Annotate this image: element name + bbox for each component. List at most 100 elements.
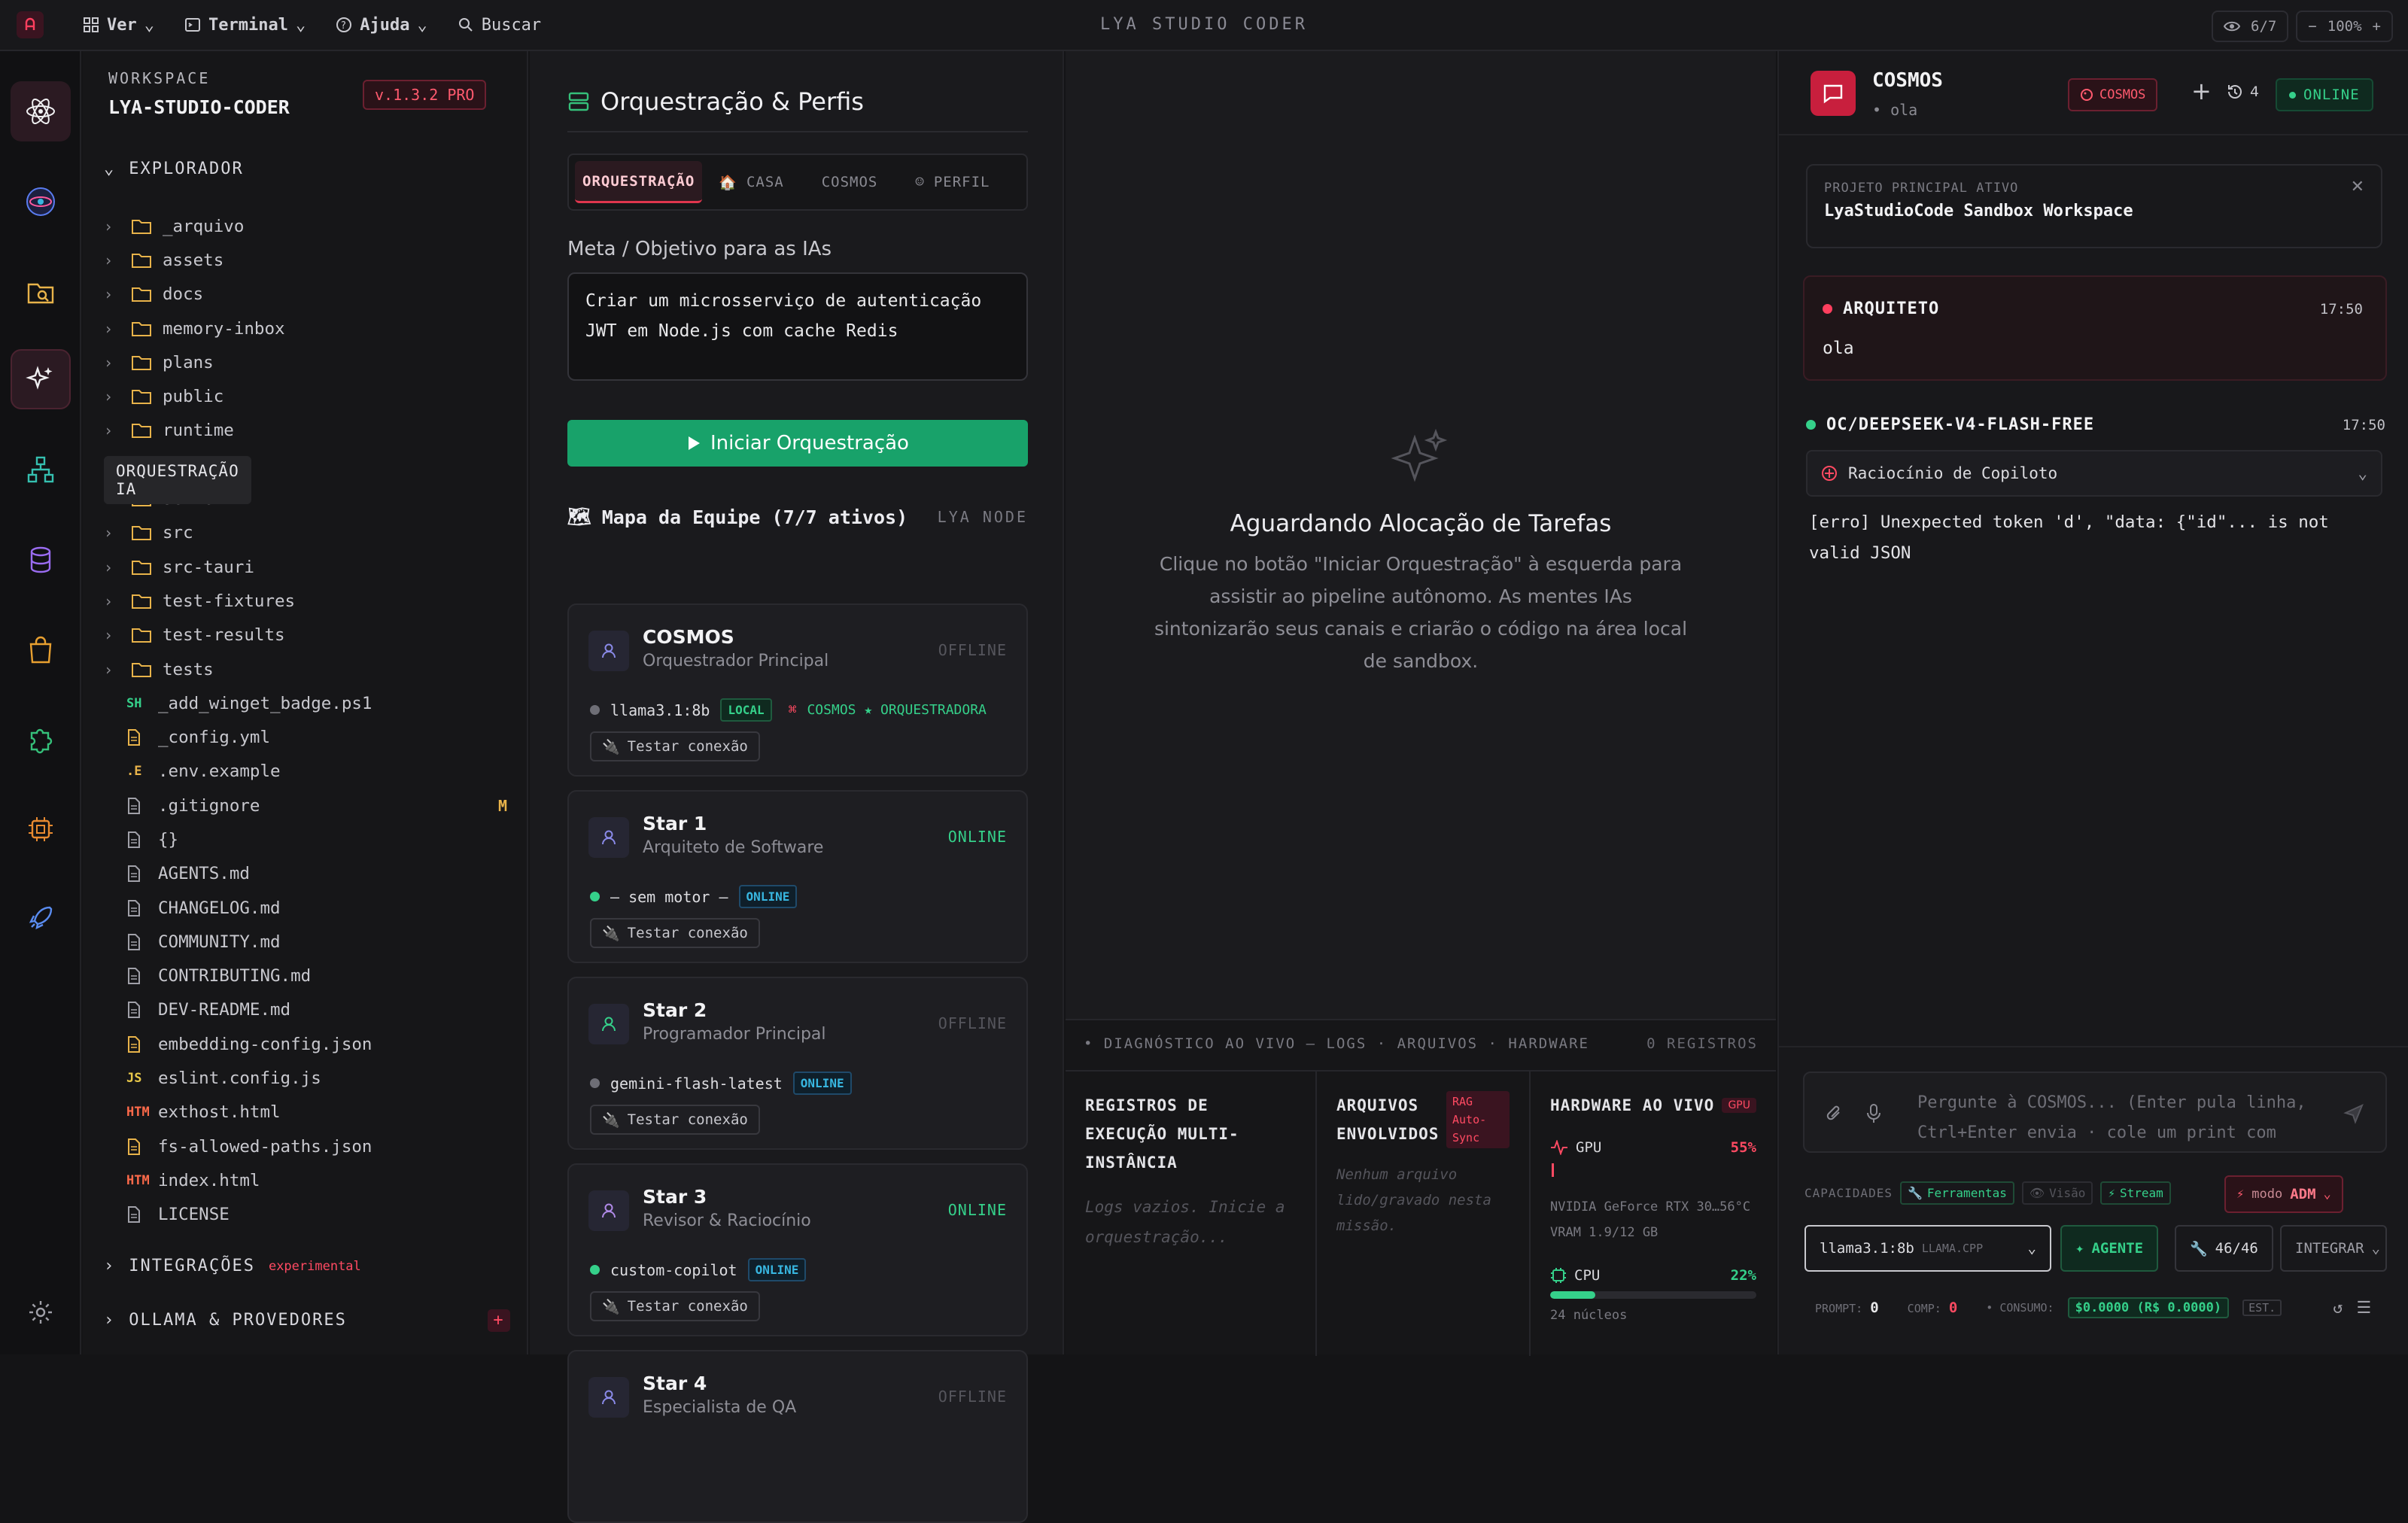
- mode-selector[interactable]: ⚡ modo ADM ⌄: [2224, 1175, 2343, 1213]
- shopping-bag-icon[interactable]: [11, 620, 71, 680]
- menu-ver[interactable]: Ver ⌄: [83, 16, 154, 35]
- file-item[interactable]: embedding-config.json: [104, 1027, 525, 1061]
- microphone-icon[interactable]: [1866, 1103, 1881, 1124]
- file-item[interactable]: SH _add_winget_badge.ps1: [104, 686, 525, 720]
- rocket-icon[interactable]: [11, 888, 71, 948]
- folder-name: test-results: [163, 625, 285, 646]
- file-name: CHANGELOG.md: [158, 898, 281, 918]
- close-icon[interactable]: ✕: [2351, 178, 2364, 196]
- logs-column: REGISTROS DE EXECUÇÃO MULTI-INSTÂNCIA Lo…: [1066, 1070, 1317, 1356]
- chip-icon[interactable]: [11, 799, 71, 859]
- test-connection-button[interactable]: 🔌 Testar conexão: [590, 1105, 760, 1135]
- tab-cosmos[interactable]: COSMOS: [814, 161, 886, 203]
- test-connection-button[interactable]: 🔌 Testar conexão: [590, 1291, 760, 1321]
- file-item[interactable]: COMMUNITY.md: [104, 925, 525, 959]
- agent-name: Star 2: [643, 999, 707, 1021]
- cpu-percent: 22%: [1730, 1267, 1756, 1284]
- cap-vision[interactable]: 👁 Visão: [2021, 1181, 2093, 1205]
- zoom-in-button[interactable]: +: [2373, 18, 2381, 35]
- tab-perfil[interactable]: ☺ PERFIL: [908, 161, 997, 203]
- puzzle-icon[interactable]: [11, 709, 71, 769]
- file-item[interactable]: .gitignore M: [104, 789, 525, 822]
- folder-item[interactable]: › _arquivo: [104, 209, 525, 243]
- file-item[interactable]: DEV-README.md: [104, 993, 525, 1027]
- usage-footer: PROMPT: 0 COMP: 0 • CONSUMO: $0.0000 (R$ 0…: [1815, 1297, 2371, 1318]
- test-connection-button[interactable]: 🔌 Testar conexão: [590, 918, 760, 948]
- file-item[interactable]: JS eslint.config.js: [104, 1061, 525, 1095]
- paperclip-icon[interactable]: [1826, 1103, 1844, 1124]
- reasoning-toggle[interactable]: Raciocínio de Copiloto ⌄: [1806, 450, 2382, 497]
- goal-textarea[interactable]: Criar um microsserviço de autenticação J…: [567, 272, 1028, 381]
- folder-item[interactable]: › public: [104, 379, 525, 413]
- folder-item[interactable]: › test-fixtures: [104, 584, 525, 618]
- file-item[interactable]: fs-allowed-paths.json: [104, 1129, 525, 1163]
- network-icon[interactable]: [11, 439, 71, 500]
- menu-icon[interactable]: ☰: [2356, 1299, 2371, 1318]
- agent-tag[interactable]: COSMOS: [2068, 78, 2158, 111]
- waiting-description: Clique no botão "Iniciar Orquestração" à…: [1154, 553, 1688, 672]
- file-item[interactable]: HTM exthost.html: [104, 1096, 525, 1129]
- tab-orquestracao[interactable]: ORQUESTRAÇÃO: [575, 161, 703, 203]
- folder-icon: [131, 286, 163, 302]
- agent-avatar: [588, 1190, 629, 1231]
- menu-ajuda[interactable]: ? Ajuda ⌄: [336, 16, 427, 35]
- folder-item[interactable]: › memory-inbox: [104, 312, 525, 345]
- model-selector[interactable]: llama3.1:8b LLAMA.CPP ⌄: [1804, 1225, 2051, 1272]
- file-item[interactable]: CONTRIBUTING.md: [104, 959, 525, 993]
- cap-tools[interactable]: 🔧 Ferramentas: [1899, 1181, 2014, 1205]
- folder-item[interactable]: › runtime: [104, 414, 525, 448]
- database-icon[interactable]: [11, 530, 71, 590]
- folder-item[interactable]: › docs: [104, 278, 525, 312]
- tab-casa[interactable]: 🏠 CASA: [711, 161, 791, 203]
- menu-terminal[interactable]: Terminal ⌄: [184, 16, 306, 35]
- cost-value: $0.0000 (R$ 0.0000): [2067, 1297, 2230, 1318]
- folder-item[interactable]: › assets: [104, 243, 525, 277]
- integrate-button[interactable]: INTEGRAR ⌄: [2280, 1225, 2387, 1272]
- folder-item[interactable]: › src-tauri: [104, 550, 525, 584]
- explorer-section-header[interactable]: ⌄ EXPLORADOR: [104, 160, 244, 178]
- history-button[interactable]: 4: [2226, 83, 2259, 101]
- zoom-out-button[interactable]: −: [2308, 18, 2316, 35]
- file-item[interactable]: _config.yml: [104, 720, 525, 754]
- views-counter[interactable]: 6/7: [2212, 11, 2289, 42]
- cpu-bar: [1550, 1291, 1756, 1299]
- file-item[interactable]: {}: [104, 822, 525, 856]
- grid-icon: [84, 17, 99, 32]
- atom-icon[interactable]: [11, 81, 71, 141]
- new-chat-button[interactable]: +: [2191, 77, 2212, 105]
- file-item[interactable]: LICENSE: [104, 1198, 525, 1232]
- file-item[interactable]: HTM index.html: [104, 1163, 525, 1197]
- add-provider-button[interactable]: +: [488, 1309, 510, 1332]
- refresh-icon[interactable]: ↺: [2333, 1299, 2343, 1318]
- gpu-graph: [1550, 1163, 1756, 1193]
- file-item[interactable]: CHANGELOG.md: [104, 891, 525, 925]
- brain-icon[interactable]: [11, 172, 71, 232]
- folder-item[interactable]: › src: [104, 516, 525, 550]
- chevron-down-icon: ⌄: [417, 15, 427, 35]
- file-item[interactable]: AGENTS.md: [104, 857, 525, 891]
- file-name: .env.example: [158, 762, 281, 782]
- hardware-title: HARDWARE AO VIVO: [1550, 1096, 1715, 1114]
- folder-item[interactable]: › tests: [104, 652, 525, 686]
- file-item[interactable]: .E .env.example: [104, 755, 525, 789]
- providers-section[interactable]: › OLLAMA & PROVEDORES +: [104, 1309, 510, 1332]
- cap-stream[interactable]: ⚡ Stream: [2100, 1181, 2171, 1205]
- history-count: 4: [2250, 84, 2260, 100]
- send-icon[interactable]: [2343, 1103, 2364, 1124]
- folder-icon: [131, 422, 163, 439]
- prompt-tokens: PROMPT: 0: [1815, 1300, 1879, 1316]
- agent-button[interactable]: ✦ AGENTE: [2060, 1225, 2159, 1272]
- test-connection-button[interactable]: 🔌 Testar conexão: [590, 731, 760, 762]
- folder-item[interactable]: › plans: [104, 345, 525, 379]
- completion-tokens: COMP: 0: [1907, 1300, 1958, 1316]
- sparkle-icon[interactable]: [11, 349, 71, 409]
- folder-search-icon[interactable]: [11, 262, 71, 322]
- search-button[interactable]: Buscar: [458, 16, 541, 35]
- integrations-section[interactable]: › INTEGRAÇÕES experimental: [104, 1257, 510, 1275]
- folder-icon: [131, 593, 163, 610]
- folder-item[interactable]: › test-results: [104, 619, 525, 652]
- gear-icon[interactable]: [11, 1282, 71, 1342]
- chat-input[interactable]: Pergunte à COSMOS... (Enter pula linha, …: [1803, 1072, 2387, 1153]
- start-orchestration-button[interactable]: Iniciar Orquestração: [567, 420, 1028, 467]
- tools-count-button[interactable]: 🔧 46/46: [2175, 1225, 2273, 1272]
